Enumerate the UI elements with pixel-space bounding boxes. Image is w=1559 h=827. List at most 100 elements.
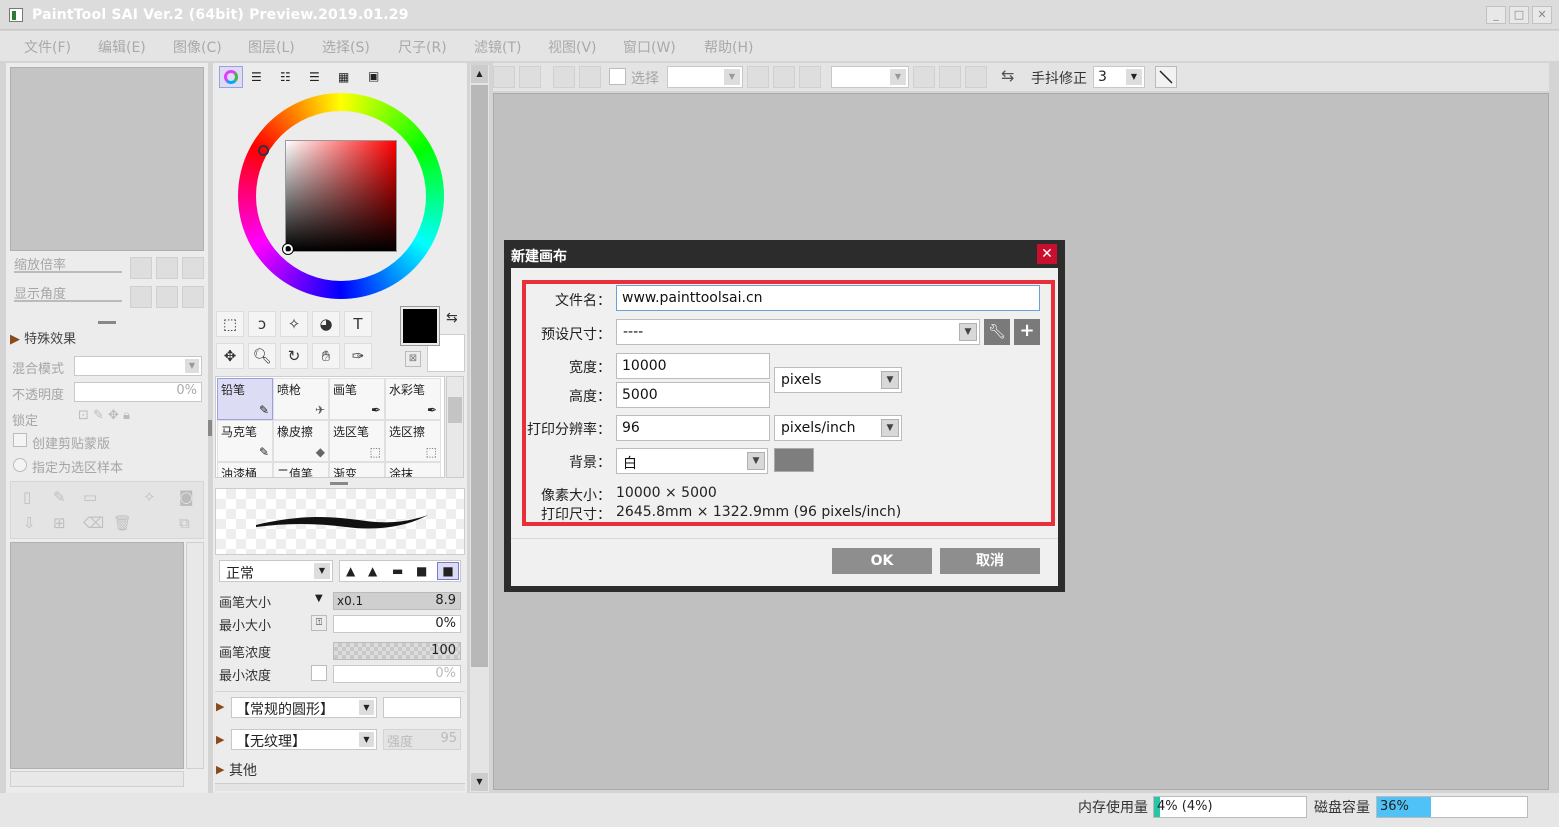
brush-grid-scrollbar[interactable] bbox=[446, 376, 464, 478]
undo-button[interactable] bbox=[493, 66, 515, 88]
preset-select[interactable]: ---- ▼ bbox=[616, 319, 980, 345]
resolution-unit-select[interactable]: pixels/inch ▼ bbox=[774, 415, 902, 441]
transparent-color-icon[interactable]: ⊠ bbox=[405, 351, 421, 367]
zoom-reset-button[interactable] bbox=[182, 257, 204, 279]
brush-bucket[interactable]: 油漆桶 bbox=[217, 462, 273, 477]
preset-settings-button[interactable]: 🔧︎ bbox=[984, 319, 1010, 345]
brush-airbrush[interactable]: 喷枪 ✈︎ bbox=[273, 378, 329, 420]
brush-pencil[interactable]: 铅笔 ✎ bbox=[217, 378, 273, 420]
tip-shape-3-icon[interactable]: ▬ bbox=[392, 564, 403, 578]
menu-layer[interactable]: 图层(L) bbox=[248, 37, 295, 57]
zoom-plus-button[interactable] bbox=[773, 66, 795, 88]
shape-expand-icon[interactable]: ▶ bbox=[216, 700, 224, 713]
layer-list-hscroll[interactable] bbox=[10, 771, 184, 787]
rotate-ccw-button[interactable] bbox=[913, 66, 935, 88]
tip-shape-4-icon[interactable]: ■ bbox=[416, 564, 427, 578]
brush-watercolor[interactable]: 水彩笔 ✒︎ bbox=[385, 378, 441, 420]
resolution-input[interactable]: 96 bbox=[616, 415, 770, 441]
add-preset-button[interactable]: + bbox=[1014, 319, 1040, 345]
menu-file[interactable]: 文件(F) bbox=[24, 37, 71, 57]
menu-edit[interactable]: 编辑(E) bbox=[98, 37, 146, 57]
move-tool[interactable]: ✥ bbox=[216, 343, 244, 369]
tools-panel-scrollbar[interactable]: ▲ ▼ bbox=[470, 65, 489, 792]
tip-shape-2-icon[interactable]: ▲ bbox=[368, 564, 377, 578]
min-size-slider[interactable]: 0% bbox=[333, 615, 461, 633]
size-multiplier-dropdown-icon[interactable]: ▼ bbox=[315, 593, 323, 604]
brush-shape-select[interactable]: 【常规的圆形】 ▼ bbox=[231, 697, 377, 718]
brush-marker[interactable]: 马克笔 ✎ bbox=[217, 420, 273, 462]
zoom-combo[interactable]: ▼ bbox=[667, 66, 743, 88]
redo-button[interactable] bbox=[519, 66, 541, 88]
texture-expand-icon[interactable]: ▶ bbox=[216, 733, 224, 746]
brush-shape-strength[interactable] bbox=[383, 697, 461, 718]
new-layer-icon[interactable]: ▯ bbox=[23, 488, 31, 506]
deselect-button[interactable] bbox=[553, 66, 575, 88]
min-density-slider[interactable]: 0% bbox=[333, 665, 461, 683]
menu-image[interactable]: 图像(C) bbox=[173, 37, 222, 57]
brush-texture-select[interactable]: 【无纹理】 ▼ bbox=[231, 729, 377, 750]
zoom-minus-button[interactable] bbox=[747, 66, 769, 88]
magic-wand-tool[interactable]: ✧ bbox=[280, 311, 308, 337]
rotate-tool[interactable]: ↻ bbox=[280, 343, 308, 369]
panel-divider-handle[interactable] bbox=[208, 420, 212, 436]
mask-icon[interactable]: ◙ bbox=[179, 488, 194, 506]
swap-colors-icon[interactable]: ⇆ bbox=[446, 310, 458, 326]
close-window-button[interactable]: ✕ bbox=[1532, 6, 1552, 24]
maximize-button[interactable]: □ bbox=[1509, 6, 1529, 24]
unit-select[interactable]: pixels ▼ bbox=[774, 367, 902, 393]
zoom-slider[interactable] bbox=[14, 271, 122, 273]
hue-marker[interactable] bbox=[258, 145, 269, 156]
zoom-in-button[interactable] bbox=[156, 257, 178, 279]
new-vector-layer-icon[interactable]: ✎ bbox=[53, 488, 66, 506]
zoom-out-button[interactable] bbox=[130, 257, 152, 279]
swatches-tab[interactable]: ▦ bbox=[338, 70, 349, 84]
shape-tool[interactable]: ◕ bbox=[312, 311, 340, 337]
ok-button[interactable]: OK bbox=[832, 548, 932, 574]
eyedropper-tool[interactable]: ✑ bbox=[344, 343, 372, 369]
menu-filter[interactable]: 滤镜(T) bbox=[474, 37, 521, 57]
layer-list-scrollbar[interactable] bbox=[186, 542, 204, 769]
rotate-right-button[interactable] bbox=[156, 286, 178, 308]
invert-selection-button[interactable] bbox=[579, 66, 601, 88]
menu-ruler[interactable]: 尺子(R) bbox=[398, 37, 447, 57]
trash-icon[interactable]: 🗑︎ bbox=[113, 514, 132, 532]
brush-blend-select[interactable]: 正常 ▼ bbox=[219, 560, 333, 582]
clear-layer-icon[interactable]: ⌫ bbox=[83, 514, 104, 532]
new-folder-icon[interactable]: ▭ bbox=[83, 488, 97, 506]
hand-tool[interactable]: ✋︎ bbox=[312, 343, 340, 369]
stabilizer-select[interactable]: 3 ▼ bbox=[1093, 66, 1145, 88]
sv-marker[interactable] bbox=[282, 243, 294, 255]
sample-checkbox[interactable] bbox=[13, 458, 27, 472]
brush-eraser[interactable]: 橡皮擦 ◆ bbox=[273, 420, 329, 462]
selection-checkbox[interactable] bbox=[609, 68, 626, 85]
brush-binary[interactable]: 二值笔 bbox=[273, 462, 329, 477]
panel-splitter[interactable] bbox=[98, 321, 116, 324]
color-wheel-tab[interactable] bbox=[219, 66, 243, 88]
minimize-button[interactable]: _ bbox=[1486, 6, 1506, 24]
rotate-cw-button[interactable] bbox=[939, 66, 961, 88]
brush-brush[interactable]: 画笔 ✒︎ bbox=[329, 378, 385, 420]
angle-slider[interactable] bbox=[14, 300, 122, 302]
menu-window[interactable]: 窗口(W) bbox=[623, 37, 676, 57]
layer-blend-select[interactable]: ▼ bbox=[74, 356, 202, 376]
zoom-fit-button[interactable] bbox=[799, 66, 821, 88]
background-color-button[interactable] bbox=[774, 448, 814, 472]
angle-combo[interactable]: ▼ bbox=[831, 66, 909, 88]
hsv-slider-tab[interactable]: ☷ bbox=[280, 70, 291, 84]
rotate-left-button[interactable] bbox=[130, 286, 152, 308]
brush-gradient[interactable]: 渐变 bbox=[329, 462, 385, 477]
brush-grid-splitter[interactable] bbox=[330, 482, 348, 485]
min-size-pressure-icon[interactable]: ⍐ bbox=[311, 615, 327, 631]
brush-selection-eraser[interactable]: 选区擦 ⬚ bbox=[385, 420, 441, 462]
scratchpad-tab[interactable]: ▣ bbox=[368, 69, 379, 83]
lasso-tool[interactable]: ↄ bbox=[248, 311, 276, 337]
brush-blur[interactable]: 涂抹 bbox=[385, 462, 441, 477]
lock-icons[interactable]: ⊡ ✎ ✥ 🔒︎ bbox=[78, 408, 130, 423]
background-select[interactable]: 白 ▼ bbox=[616, 448, 768, 474]
brush-selection-pen[interactable]: 选区笔 ⬚ bbox=[329, 420, 385, 462]
layer-list[interactable] bbox=[10, 542, 184, 769]
effects-toggle[interactable]: ▶ 特殊效果 bbox=[10, 328, 76, 347]
straight-line-button[interactable] bbox=[1155, 66, 1177, 88]
clip-checkbox[interactable] bbox=[13, 433, 27, 447]
zoom-tool[interactable]: 🔍︎ bbox=[248, 343, 276, 369]
